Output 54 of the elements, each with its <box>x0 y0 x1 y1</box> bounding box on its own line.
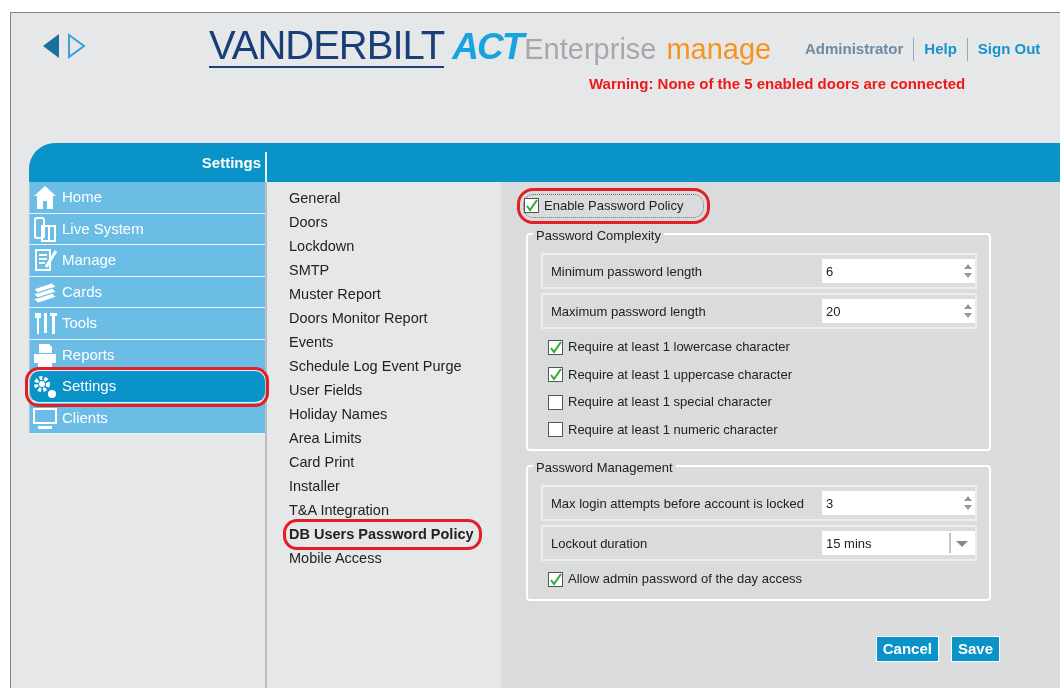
notepad-icon <box>32 247 58 274</box>
dropdown-field[interactable]: 15 mins <box>822 531 975 556</box>
checkbox-label: Require at least 1 uppercase character <box>568 365 792 384</box>
logo-module: manage <box>666 32 772 67</box>
settings-menu-item[interactable]: Mobile Access <box>287 547 386 570</box>
field-label: Minimum password length <box>551 262 702 281</box>
settings-menu-item[interactable]: Area Limits <box>287 427 366 450</box>
checkbox[interactable] <box>548 339 563 355</box>
settings-menu-item[interactable]: General <box>287 187 345 210</box>
field-label: Max login attempts before account is locked <box>551 494 804 513</box>
door-panel-icon <box>32 215 58 242</box>
checkbox-label: Require at least 1 special character <box>568 393 772 412</box>
checkbox-label: Require at least 1 lowercase character <box>568 338 790 357</box>
checkbox-label: Allow admin password of the day access <box>568 570 803 589</box>
sidebar-label: Clients <box>62 407 108 428</box>
settings-menu-item[interactable]: Installer <box>287 475 344 498</box>
warning-message: Warning: None of the 5 enabled doors are connected <box>589 74 966 94</box>
settings-menu-item[interactable]: Card Print <box>287 451 359 474</box>
settings-menu-item[interactable]: Schedule Log Event Purge <box>287 355 466 378</box>
sidebar-label: Home <box>62 187 102 207</box>
field-label: Maximum password length <box>551 302 706 321</box>
checkbox[interactable] <box>524 198 539 214</box>
number-field[interactable]: 6 <box>822 259 975 284</box>
user-name: Administrator <box>804 39 905 59</box>
settings-menu-item[interactable]: User Fields <box>287 379 367 402</box>
sidebar-label: Settings <box>62 376 117 396</box>
sidebar-label: Tools <box>62 313 98 333</box>
gears-icon <box>32 373 58 400</box>
settings-menu-item[interactable]: Doors <box>287 211 332 234</box>
back-arrow-icon[interactable] <box>41 33 61 59</box>
checkbox[interactable] <box>548 422 563 437</box>
checkbox[interactable] <box>548 367 563 382</box>
checkbox-label: Enable Password Policy <box>544 197 684 215</box>
home-icon <box>32 184 58 211</box>
field-label: Lockout duration <box>551 534 648 553</box>
sidebar-label: Manage <box>62 250 117 270</box>
settings-menu-item[interactable]: Events <box>287 331 338 354</box>
sidebar-label: Live System <box>62 218 144 239</box>
logo-brand: VANDERBILT <box>209 24 445 68</box>
sidebar-label: Cards <box>62 281 102 302</box>
number-field[interactable]: 20 <box>822 299 975 324</box>
settings-menu-item[interactable]: T&A Integration <box>287 499 393 522</box>
settings-menu-item[interactable]: Lockdown <box>287 235 359 258</box>
printer-icon <box>32 341 58 368</box>
tools-icon <box>32 310 58 337</box>
settings-menu-item[interactable]: SMTP <box>287 259 334 282</box>
checkbox-label: Require at least 1 numeric character <box>568 420 778 439</box>
settings-menu-item[interactable]: Doors Monitor Report <box>287 307 432 330</box>
number-field[interactable]: 3 <box>822 491 975 516</box>
checkbox[interactable] <box>548 394 563 410</box>
sidebar-label: Reports <box>62 344 115 365</box>
checkbox[interactable] <box>548 571 563 587</box>
settings-menu-item[interactable]: Muster Report <box>287 283 385 306</box>
settings-menu-item[interactable]: Holiday Names <box>287 403 392 426</box>
